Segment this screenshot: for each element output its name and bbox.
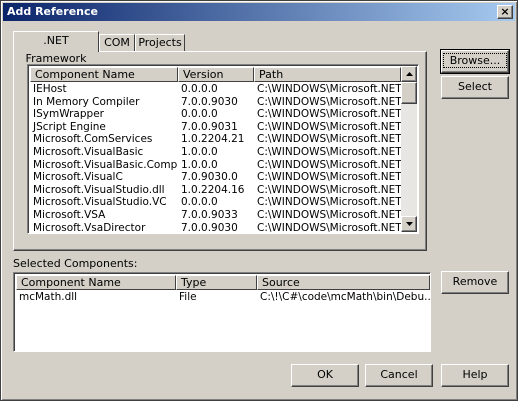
list-cell: mcMath.dll bbox=[19, 291, 78, 303]
add-reference-dialog: Add Reference × .NET Framework COM Proje… bbox=[0, 0, 518, 401]
list-cell: C:\WINDOWS\Microsoft.NET\... bbox=[257, 133, 401, 146]
list-cell: C:\WINDOWS\Microsoft.NET\... bbox=[257, 120, 401, 133]
components-list[interactable]: Component Name Version Path IEHost 0.0.0.… bbox=[27, 64, 419, 234]
list-cell: File bbox=[179, 291, 197, 303]
list-cell: C:\WINDOWS\Microsoft.NET\... bbox=[257, 183, 401, 196]
list-cell: In Memory Compiler bbox=[33, 95, 140, 108]
list-cell: JScript Engine bbox=[33, 120, 106, 133]
tab-net-framework[interactable]: .NET Framework bbox=[13, 31, 99, 65]
list-item[interactable]: Microsoft.VisualBasic.Compati...1.0.0.0 C… bbox=[30, 159, 401, 172]
help-button-label: Help bbox=[462, 368, 488, 381]
list-cell: C:\WINDOWS\Microsoft.NET\... bbox=[257, 208, 401, 221]
list-cell: Microsoft.VsaDirector bbox=[33, 221, 146, 234]
list-cell: 1.0.2204.16 bbox=[181, 183, 245, 196]
list-cell: 7.0.0.9033 bbox=[181, 208, 238, 221]
help-button[interactable]: Help bbox=[441, 364, 509, 387]
close-icon: × bbox=[500, 5, 510, 18]
list-item[interactable]: Microsoft.ComServices 1.0.2204.21 C:\WINDO… bbox=[30, 133, 401, 146]
column-header-type[interactable]: Type bbox=[176, 275, 257, 290]
list-cell: 1.0.0.0 bbox=[181, 158, 218, 171]
list-cell: C:\WINDOWS\Microsoft.NET\... bbox=[257, 108, 401, 121]
browse-button[interactable]: Browse... bbox=[440, 49, 510, 74]
tab-projects[interactable]: Projects bbox=[135, 34, 185, 51]
list-item[interactable]: JScript Engine 7.0.0.9031 C:\WINDOWS\Micro… bbox=[30, 121, 401, 134]
list-cell: C:\WINDOWS\Microsoft.NET\... bbox=[257, 83, 401, 95]
ok-button[interactable]: OK bbox=[291, 364, 359, 387]
list-cell: 7.0.9030.0 bbox=[181, 171, 238, 184]
components-list-scrollbar[interactable] bbox=[401, 66, 417, 232]
list-cell: C:\WINDOWS\Microsoft.NET\... bbox=[257, 158, 401, 171]
cancel-button[interactable]: Cancel bbox=[365, 364, 433, 387]
list-cell: 1.0.2204.21 bbox=[181, 133, 245, 146]
tab-label: COM bbox=[104, 36, 130, 49]
list-cell: 0.0.0.0 bbox=[181, 108, 218, 121]
list-cell: 7.0.0.9031 bbox=[181, 120, 238, 133]
column-header-component-name[interactable]: Component Name bbox=[16, 275, 176, 290]
list-cell: C:\WINDOWS\Microsoft.NET\... bbox=[257, 221, 401, 234]
list-cell: Microsoft.VisualStudio.VC bbox=[33, 196, 167, 209]
scroll-down-button[interactable] bbox=[401, 216, 417, 232]
close-button[interactable]: × bbox=[497, 5, 513, 19]
list-cell: Microsoft.VisualStudio.dll bbox=[33, 183, 165, 196]
list-item[interactable]: Microsoft.VSA 7.0.0.9033 C:\WINDOWS\Micros… bbox=[30, 209, 401, 222]
list-cell: 1.0.0.0 bbox=[181, 145, 218, 158]
list-item[interactable]: Microsoft.VisualStudio.VC 0.0.0.0 C:\WINDO… bbox=[30, 196, 401, 209]
list-cell: 7.0.0.9030 bbox=[181, 221, 238, 234]
select-button[interactable]: Select bbox=[441, 76, 509, 99]
browse-button-label: Browse... bbox=[442, 53, 508, 68]
arrow-down-icon bbox=[405, 222, 413, 226]
list-cell: C:\WINDOWS\Microsoft.NET\... bbox=[257, 196, 401, 209]
list-item[interactable]: Microsoft.VisualStudio.dll 1.0.2204.16 C:\… bbox=[30, 184, 401, 197]
tab-com[interactable]: COM bbox=[99, 34, 135, 51]
list-cell: C:\WINDOWS\Microsoft.NET\... bbox=[257, 171, 401, 184]
list-cell: C:\WINDOWS\Microsoft.NET\... bbox=[257, 145, 401, 158]
list-cell: 0.0.0.0 bbox=[181, 83, 218, 95]
components-list-rows: IEHost 0.0.0.0 C:\WINDOWS\Microsoft.NET\..… bbox=[30, 83, 401, 234]
list-cell: ISymWrapper bbox=[33, 108, 104, 121]
list-cell: 7.0.0.9030 bbox=[181, 95, 238, 108]
list-item[interactable]: In Memory Compiler 7.0.0.9030 C:\WINDOWS\M… bbox=[30, 96, 401, 109]
components-list-header: Component Name Version Path bbox=[30, 67, 401, 82]
tab-label: Projects bbox=[138, 36, 182, 49]
remove-button-label: Remove bbox=[452, 275, 498, 288]
list-cell: IEHost bbox=[33, 83, 67, 95]
column-header-path[interactable]: Path bbox=[254, 67, 401, 82]
list-cell: Microsoft.VisualBasic.Compati... bbox=[33, 158, 178, 171]
column-header-source[interactable]: Source bbox=[257, 275, 430, 290]
window-title: Add Reference bbox=[7, 5, 98, 18]
selected-components-label: Selected Components: bbox=[13, 257, 138, 270]
column-header-component-name[interactable]: Component Name bbox=[30, 67, 178, 82]
list-cell: C:\!\C#\code\mcMath\bin\Debu... bbox=[260, 291, 430, 303]
remove-button[interactable]: Remove bbox=[441, 271, 509, 294]
tab-label: .NET Framework bbox=[25, 34, 87, 65]
column-header-version[interactable]: Version bbox=[178, 67, 254, 82]
selected-list-rows: mcMath.dll File C:\!\C#\code\mcMath\bin\De… bbox=[16, 291, 430, 304]
list-cell: Microsoft.ComServices bbox=[33, 133, 153, 146]
selected-components-list[interactable]: Component Name Type Source mcMath.dll Fil… bbox=[13, 272, 431, 352]
list-cell: C:\WINDOWS\Microsoft.NET\... bbox=[257, 95, 401, 108]
list-cell: Microsoft.VSA bbox=[33, 208, 106, 221]
list-item[interactable]: ISymWrapper 0.0.0.0 C:\WINDOWS\Microsoft.N… bbox=[30, 108, 401, 121]
list-cell: Microsoft.VisualBasic bbox=[33, 145, 144, 158]
list-cell: Microsoft.VisualC bbox=[33, 171, 123, 184]
arrow-up-icon bbox=[405, 72, 413, 76]
list-item[interactable]: IEHost 0.0.0.0 C:\WINDOWS\Microsoft.NET\..… bbox=[30, 83, 401, 96]
cancel-button-label: Cancel bbox=[380, 368, 418, 381]
scroll-thumb[interactable] bbox=[401, 82, 417, 104]
selected-list-header: Component Name Type Source bbox=[16, 275, 430, 290]
list-item[interactable]: Microsoft.VisualC 7.0.9030.0 C:\WINDOWS\Mi… bbox=[30, 171, 401, 184]
select-button-label: Select bbox=[458, 80, 492, 93]
list-item[interactable]: Microsoft.VsaDirector 7.0.0.9030 C:\WINDOW… bbox=[30, 221, 401, 234]
scroll-up-button[interactable] bbox=[401, 66, 417, 82]
list-item[interactable]: mcMath.dll File C:\!\C#\code\mcMath\bin\De… bbox=[16, 291, 430, 304]
title-bar: Add Reference × bbox=[3, 3, 515, 21]
list-item[interactable]: Microsoft.VisualBasic 1.0.0.0 C:\WINDOWS\M… bbox=[30, 146, 401, 159]
list-cell: 0.0.0.0 bbox=[181, 196, 218, 209]
ok-button-label: OK bbox=[317, 368, 333, 381]
